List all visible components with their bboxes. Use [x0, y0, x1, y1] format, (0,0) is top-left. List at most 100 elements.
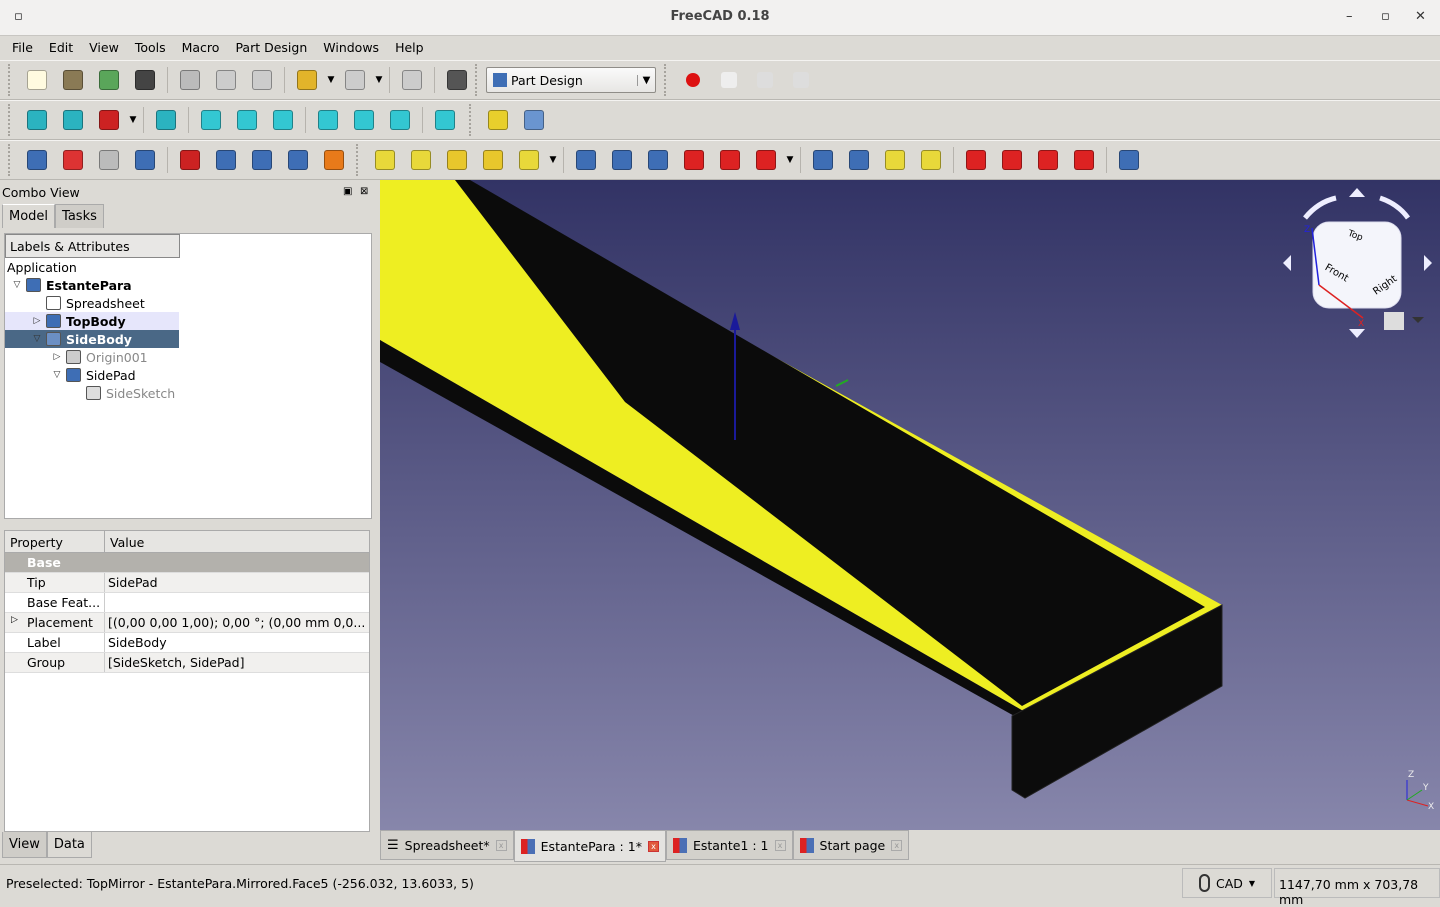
- additive-loft-button[interactable]: [439, 145, 475, 175]
- expand-toggle-icon[interactable]: ▷: [11, 615, 18, 625]
- fit-all-button[interactable]: [19, 105, 55, 135]
- thickness-button[interactable]: [1066, 145, 1102, 175]
- tab-model[interactable]: Model: [2, 204, 56, 228]
- fillet-button[interactable]: [958, 145, 994, 175]
- close-tab-icon[interactable]: x: [891, 839, 903, 851]
- subtractive-primitive-button[interactable]: [748, 145, 784, 175]
- doc-tab-start-page[interactable]: Start page x: [792, 830, 910, 860]
- close-tab-icon[interactable]: x: [495, 839, 507, 851]
- paste-button[interactable]: [244, 65, 280, 95]
- left-view-button[interactable]: [382, 105, 418, 135]
- refresh-button[interactable]: [394, 65, 430, 95]
- draft-button[interactable]: [1030, 145, 1066, 175]
- cut-button[interactable]: [172, 65, 208, 95]
- pocket-button[interactable]: [568, 145, 604, 175]
- expand-toggle-icon[interactable]: ▷: [51, 352, 63, 362]
- dropdown-arrow-icon[interactable]: ▼: [547, 155, 559, 165]
- right-view-button[interactable]: [265, 105, 301, 135]
- toolbar-grip[interactable]: [8, 104, 13, 136]
- expand-toggle-icon[interactable]: ▽: [11, 280, 23, 290]
- subtractive-loft-button[interactable]: [676, 145, 712, 175]
- tab-view[interactable]: View: [2, 832, 47, 858]
- doc-tab-spreadsheet-[interactable]: ☰ Spreadsheet* x: [380, 830, 514, 860]
- top-view-button[interactable]: [229, 105, 265, 135]
- open-button[interactable]: [55, 65, 91, 95]
- dropdown-arrow-icon[interactable]: ▼: [127, 115, 139, 125]
- datum-line-button[interactable]: [208, 145, 244, 175]
- multi-transform-button[interactable]: [913, 145, 949, 175]
- linear-pattern-button[interactable]: [841, 145, 877, 175]
- draw-style-button[interactable]: [91, 105, 127, 135]
- menu-view[interactable]: View: [81, 37, 127, 59]
- run-macro-button[interactable]: [783, 65, 819, 95]
- sketch-button[interactable]: [55, 145, 91, 175]
- polar-pattern-button[interactable]: [877, 145, 913, 175]
- record-macro-button[interactable]: [675, 65, 711, 95]
- close-tab-icon[interactable]: x: [774, 839, 786, 851]
- expand-toggle-icon[interactable]: ▽: [51, 370, 63, 380]
- additive-primitive-button[interactable]: [511, 145, 547, 175]
- print-button[interactable]: [127, 65, 163, 95]
- copy-button[interactable]: [208, 65, 244, 95]
- property-row-placement[interactable]: ▷ Placement [(0,00 0,00 1,00); 0,00 °; (0,…: [5, 613, 369, 633]
- chamfer-button[interactable]: [994, 145, 1030, 175]
- whats-this-button[interactable]: [439, 65, 475, 95]
- workbench-selector[interactable]: Part Design ▼: [486, 67, 656, 93]
- redo-button[interactable]: [337, 65, 373, 95]
- revolution-button[interactable]: [403, 145, 439, 175]
- close-panel-icon[interactable]: ⊠: [360, 186, 368, 197]
- expand-toggle-icon[interactable]: ▷: [31, 316, 43, 326]
- additive-pipe-button[interactable]: [475, 145, 511, 175]
- create-group-button[interactable]: [516, 105, 552, 135]
- close-button[interactable]: ✕: [1415, 9, 1426, 24]
- toolbar-grip[interactable]: [8, 144, 13, 176]
- body-button[interactable]: [19, 145, 55, 175]
- save-button[interactable]: [91, 65, 127, 95]
- datum-point-button[interactable]: [172, 145, 208, 175]
- stop-macro-button[interactable]: [711, 65, 747, 95]
- isometric-view-button[interactable]: [148, 105, 184, 135]
- hole-button[interactable]: [604, 145, 640, 175]
- groove-button[interactable]: [640, 145, 676, 175]
- edit-macro-button[interactable]: [747, 65, 783, 95]
- property-row-label[interactable]: Label SideBody: [5, 633, 369, 653]
- navigation-cube[interactable]: Top Front Right Z X: [1283, 188, 1432, 338]
- rear-view-button[interactable]: [310, 105, 346, 135]
- tree-item-estantepara[interactable]: ▽ EstantePara: [5, 276, 371, 294]
- float-icon[interactable]: ▣: [343, 186, 352, 197]
- shape-binder2-button[interactable]: [316, 145, 352, 175]
- property-row-base-feat-[interactable]: Base Feat...: [5, 593, 369, 613]
- toolbar-grip[interactable]: [8, 64, 13, 96]
- menu-tools[interactable]: Tools: [127, 37, 174, 59]
- menu-help[interactable]: Help: [387, 37, 432, 59]
- doc-tab-estantepara-1-[interactable]: EstantePara : 1* x: [513, 830, 666, 862]
- menu-windows[interactable]: Windows: [315, 37, 387, 59]
- menu-macro[interactable]: Macro: [174, 37, 228, 59]
- subtractive-pipe-button[interactable]: [712, 145, 748, 175]
- tab-data[interactable]: Data: [46, 832, 92, 858]
- close-tab-icon[interactable]: x: [647, 840, 659, 852]
- dropdown-arrow-icon[interactable]: ▼: [784, 155, 796, 165]
- tree-item-spreadsheet[interactable]: Spreadsheet: [5, 294, 371, 312]
- mirrored-button[interactable]: [805, 145, 841, 175]
- measure-distance-button[interactable]: [427, 105, 463, 135]
- tree-header[interactable]: Labels & Attributes: [5, 234, 180, 258]
- clone-button[interactable]: [127, 145, 163, 175]
- menu-part-design[interactable]: Part Design: [227, 37, 315, 59]
- navigation-style-button[interactable]: CAD ▼: [1182, 868, 1272, 898]
- menu-file[interactable]: File: [4, 37, 41, 59]
- shape-binder-button[interactable]: [91, 145, 127, 175]
- tab-tasks[interactable]: Tasks: [55, 204, 104, 228]
- local-cs-button[interactable]: [280, 145, 316, 175]
- tree-item-topbody[interactable]: ▷ TopBody: [5, 312, 179, 330]
- front-view-button[interactable]: [193, 105, 229, 135]
- boolean-button[interactable]: [1111, 145, 1147, 175]
- menu-edit[interactable]: Edit: [41, 37, 81, 59]
- dropdown-arrow-icon[interactable]: ▼: [373, 75, 385, 85]
- tree-item-sidebody[interactable]: ▽ SideBody: [5, 330, 179, 348]
- datum-plane-button[interactable]: [244, 145, 280, 175]
- tree-item-sidepad[interactable]: ▽ SidePad: [5, 366, 371, 384]
- doc-tab-estante1-1[interactable]: Estante1 : 1x: [665, 830, 793, 860]
- bottom-view-button[interactable]: [346, 105, 382, 135]
- tree-item-sidesketch[interactable]: SideSketch: [5, 384, 371, 402]
